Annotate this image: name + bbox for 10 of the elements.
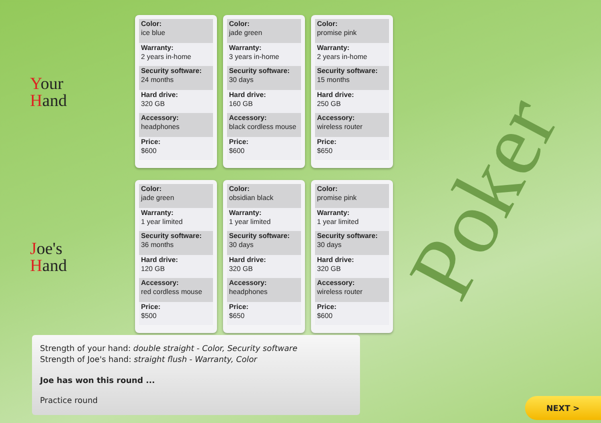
round-note: Practice round xyxy=(40,395,99,406)
hand-label: Hand xyxy=(30,256,68,274)
strength-text: Strength of your hand: double straight - Color, Security software xyxy=(40,343,298,354)
verdict-text: Joe has won this round ... xyxy=(40,375,156,386)
hand-label: Joe's xyxy=(30,240,64,256)
hand-label: Hand xyxy=(30,92,68,108)
hand-label: Your xyxy=(30,74,64,92)
next-button[interactable]: NEXT > xyxy=(525,396,601,420)
background-title: Poker xyxy=(395,84,574,312)
strength-text: Strength of Joe's hand: straight flush - Warranty, Color xyxy=(40,354,258,365)
